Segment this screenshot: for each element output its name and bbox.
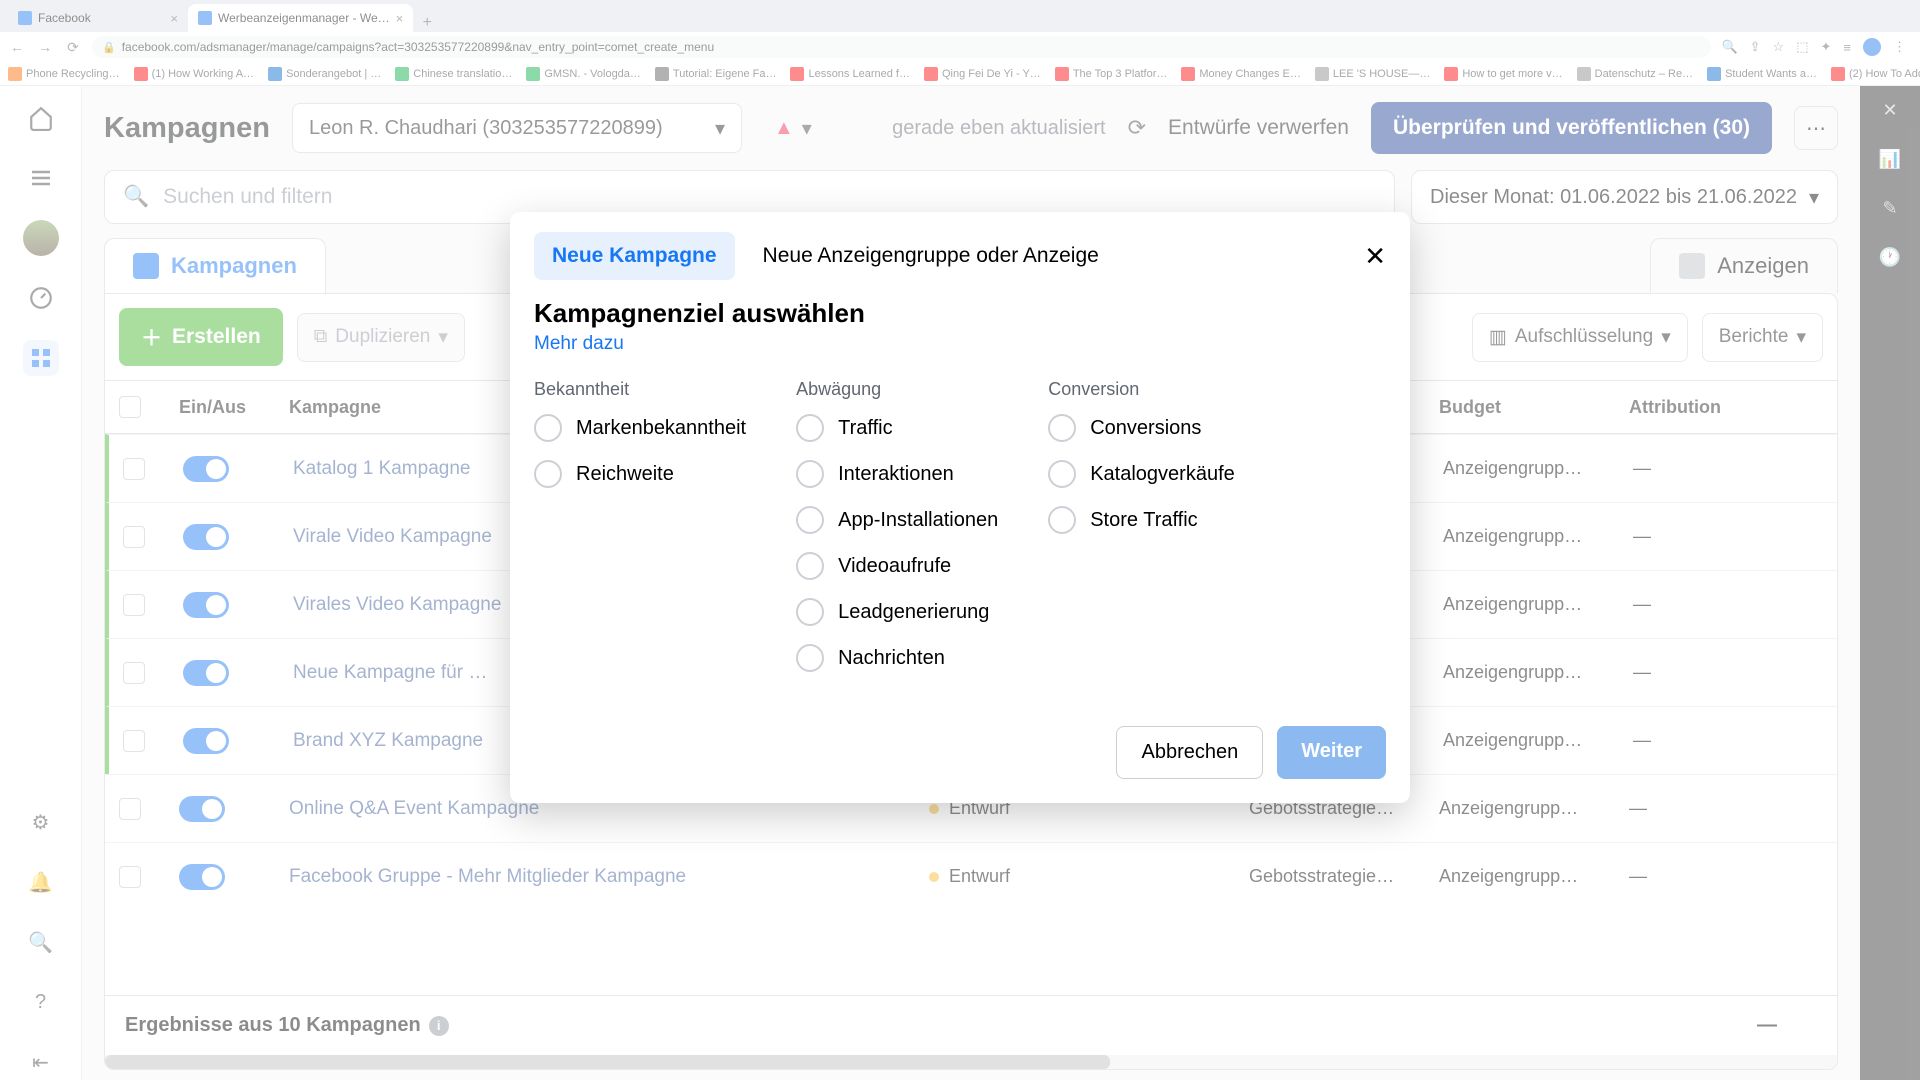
column-label: Abwägung — [796, 379, 998, 400]
objective-conversions[interactable]: Conversions — [1048, 414, 1235, 442]
close-icon[interactable]: ✕ — [1364, 241, 1386, 272]
objective-app-installs[interactable]: App-Installationen — [796, 506, 998, 534]
objective-lead-gen[interactable]: Leadgenerierung — [796, 598, 998, 626]
radio-icon — [1048, 460, 1076, 488]
modal-tabs: Neue Kampagne Neue Anzeigengruppe oder A… — [534, 232, 1386, 280]
column-label: Bekanntheit — [534, 379, 746, 400]
cancel-button[interactable]: Abbrechen — [1116, 726, 1263, 779]
radio-icon — [796, 598, 824, 626]
objective-messages[interactable]: Nachrichten — [796, 644, 998, 672]
modal-tab-new-campaign[interactable]: Neue Kampagne — [534, 232, 735, 280]
modal-tab-new-adset[interactable]: Neue Anzeigengruppe oder Anzeige — [745, 232, 1117, 280]
objective-columns: Bekanntheit Markenbekanntheit Reichweite… — [534, 379, 1386, 690]
radio-icon — [796, 460, 824, 488]
create-campaign-modal: Neue Kampagne Neue Anzeigengruppe oder A… — [510, 212, 1410, 803]
radio-icon — [796, 414, 824, 442]
objective-reach[interactable]: Reichweite — [534, 460, 746, 488]
radio-icon — [1048, 506, 1076, 534]
column-label: Conversion — [1048, 379, 1235, 400]
radio-icon — [796, 552, 824, 580]
objective-catalog-sales[interactable]: Katalogverkäufe — [1048, 460, 1235, 488]
radio-icon — [534, 460, 562, 488]
learn-more-link[interactable]: Mehr dazu — [534, 333, 624, 355]
consideration-column: Abwägung Traffic Interaktionen App-Insta… — [796, 379, 998, 690]
radio-icon — [796, 644, 824, 672]
awareness-column: Bekanntheit Markenbekanntheit Reichweite — [534, 379, 746, 690]
objective-brand-awareness[interactable]: Markenbekanntheit — [534, 414, 746, 442]
next-button[interactable]: Weiter — [1277, 726, 1386, 779]
conversion-column: Conversion Conversions Katalogverkäufe S… — [1048, 379, 1235, 690]
radio-icon — [796, 506, 824, 534]
modal-actions: Abbrechen Weiter — [534, 726, 1386, 779]
modal-title: Kampagnenziel auswählen — [534, 298, 1386, 329]
radio-icon — [1048, 414, 1076, 442]
objective-traffic[interactable]: Traffic — [796, 414, 998, 442]
objective-engagement[interactable]: Interaktionen — [796, 460, 998, 488]
objective-store-traffic[interactable]: Store Traffic — [1048, 506, 1235, 534]
radio-icon — [534, 414, 562, 442]
objective-video-views[interactable]: Videoaufrufe — [796, 552, 998, 580]
